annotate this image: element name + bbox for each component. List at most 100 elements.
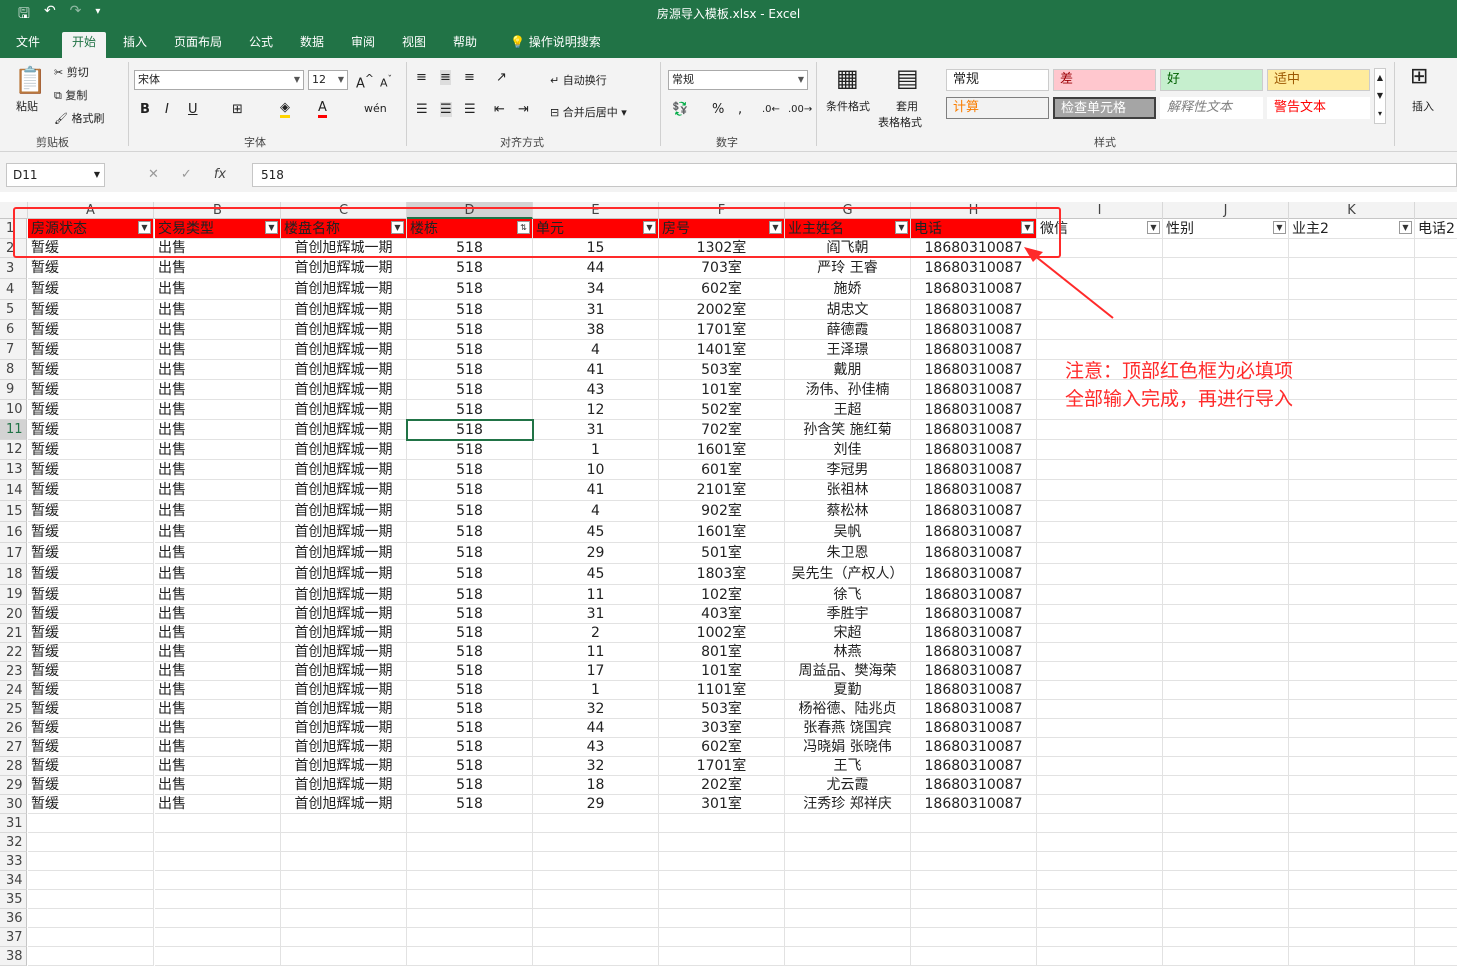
table-cell[interactable]: 503室 [659, 700, 785, 719]
align-center-icon[interactable]: ☰ [440, 102, 452, 117]
table-cell[interactable]: 王超 [785, 400, 911, 420]
table-cell[interactable]: 45 [533, 522, 659, 543]
table-cell[interactable]: 18680310087 [911, 360, 1037, 380]
table-cell[interactable]: 518 [407, 300, 533, 320]
table-cell[interactable] [1289, 700, 1415, 719]
table-cell[interactable] [1415, 624, 1457, 643]
table-cell[interactable]: 暂缓 [28, 795, 154, 814]
row-header[interactable]: 22 [0, 643, 27, 662]
table-cell[interactable] [1163, 460, 1289, 480]
table-cell[interactable] [1163, 947, 1289, 966]
table-cell[interactable]: 501室 [659, 543, 785, 564]
table-cell[interactable]: 44 [533, 258, 659, 279]
table-cell[interactable]: 518 [407, 795, 533, 814]
number-format-combo[interactable]: 常规 ▼ [668, 70, 808, 90]
table-cell[interactable]: 首创旭辉城一期 [281, 738, 407, 757]
table-cell[interactable]: 518 [407, 340, 533, 360]
table-cell[interactable] [1415, 700, 1457, 719]
table-cell[interactable]: 518 [407, 543, 533, 564]
table-cell[interactable] [1037, 480, 1163, 501]
align-middle-icon[interactable]: ≡ [440, 70, 451, 85]
table-cell[interactable]: 林燕 [785, 643, 911, 662]
row-header[interactable]: 30 [0, 795, 27, 814]
table-cell[interactable]: 601室 [659, 460, 785, 480]
row-header[interactable]: 34 [0, 871, 27, 890]
table-cell[interactable]: 518 [407, 480, 533, 501]
row-header[interactable]: 14 [0, 480, 27, 501]
table-cell[interactable] [281, 890, 407, 909]
table-cell[interactable]: 暂缓 [28, 501, 154, 522]
table-cell[interactable] [407, 890, 533, 909]
row-header[interactable]: 35 [0, 890, 27, 909]
table-cell[interactable] [1415, 871, 1457, 890]
table-cell[interactable]: 43 [533, 738, 659, 757]
table-cell[interactable] [1037, 420, 1163, 440]
table-cell[interactable] [785, 871, 911, 890]
table-cell[interactable] [28, 833, 154, 852]
table-cell[interactable] [1415, 585, 1457, 605]
table-cell[interactable]: 301室 [659, 795, 785, 814]
table-cell[interactable]: 18680310087 [911, 320, 1037, 340]
table-cell[interactable] [1415, 440, 1457, 460]
table-cell[interactable] [1289, 795, 1415, 814]
table-cell[interactable] [1289, 852, 1415, 871]
table-cell[interactable]: 503室 [659, 360, 785, 380]
table-cell[interactable] [1163, 928, 1289, 947]
table-cell[interactable]: 暂缓 [28, 340, 154, 360]
table-cell[interactable] [1037, 738, 1163, 757]
row-header[interactable]: 17 [0, 543, 27, 564]
table-cell[interactable] [659, 852, 785, 871]
table-cell[interactable] [1289, 543, 1415, 564]
table-cell[interactable]: 202室 [659, 776, 785, 795]
table-cell[interactable]: 518 [407, 564, 533, 585]
table-cell[interactable]: 严玲 王睿 [785, 258, 911, 279]
table-cell[interactable]: 518 [407, 738, 533, 757]
table-cell[interactable] [1037, 543, 1163, 564]
table-cell[interactable] [1163, 681, 1289, 700]
table-cell[interactable]: 朱卫恩 [785, 543, 911, 564]
table-cell[interactable]: 首创旭辉城一期 [281, 757, 407, 776]
styles-scroll-icon[interactable]: ▲ ▼ ▾ [1374, 68, 1386, 124]
table-cell[interactable] [1415, 833, 1457, 852]
table-cell[interactable]: 18680310087 [911, 643, 1037, 662]
table-cell[interactable]: 1002室 [659, 624, 785, 643]
tab-file[interactable]: 文件 [6, 32, 50, 58]
table-cell[interactable]: 18680310087 [911, 605, 1037, 624]
table-cell[interactable]: 518 [407, 522, 533, 543]
wrap-text-button[interactable]: ↵ 自动换行 [550, 72, 607, 88]
table-cell[interactable]: 303室 [659, 719, 785, 738]
table-cell[interactable] [1163, 300, 1289, 320]
table-cell[interactable]: 宋超 [785, 624, 911, 643]
table-cell[interactable]: 出售 [155, 681, 281, 700]
table-cell[interactable]: 暂缓 [28, 258, 154, 279]
table-cell[interactable] [28, 928, 154, 947]
row-header[interactable]: 15 [0, 501, 27, 522]
table-cell[interactable] [1163, 239, 1289, 258]
tab-review[interactable]: 审阅 [341, 32, 385, 58]
table-cell[interactable] [533, 909, 659, 928]
table-cell[interactable] [1289, 340, 1415, 360]
table-cell[interactable] [28, 947, 154, 966]
table-cell[interactable] [1415, 460, 1457, 480]
table-cell[interactable] [1289, 480, 1415, 501]
enter-icon[interactable]: ✓ [181, 167, 192, 182]
table-cell[interactable] [1037, 833, 1163, 852]
table-cell[interactable]: 2 [533, 624, 659, 643]
cut-button[interactable]: ✂ 剪切 [54, 64, 89, 80]
grow-font-icon[interactable]: A^ [356, 72, 374, 91]
table-cell[interactable] [1289, 522, 1415, 543]
table-cell[interactable]: 801室 [659, 643, 785, 662]
table-cell[interactable] [1037, 624, 1163, 643]
table-cell[interactable] [28, 852, 154, 871]
row-header[interactable]: 3 [0, 258, 27, 279]
table-cell[interactable] [1163, 909, 1289, 928]
table-cell[interactable]: 18680310087 [911, 738, 1037, 757]
table-cell[interactable]: 29 [533, 543, 659, 564]
table-cell[interactable] [1415, 320, 1457, 340]
table-cell[interactable]: 2002室 [659, 300, 785, 320]
table-cell[interactable]: 首创旭辉城一期 [281, 564, 407, 585]
row-header[interactable]: 38 [0, 947, 27, 966]
table-cell[interactable]: 18680310087 [911, 585, 1037, 605]
row-header[interactable]: 13 [0, 460, 27, 480]
table-cell[interactable] [1037, 522, 1163, 543]
